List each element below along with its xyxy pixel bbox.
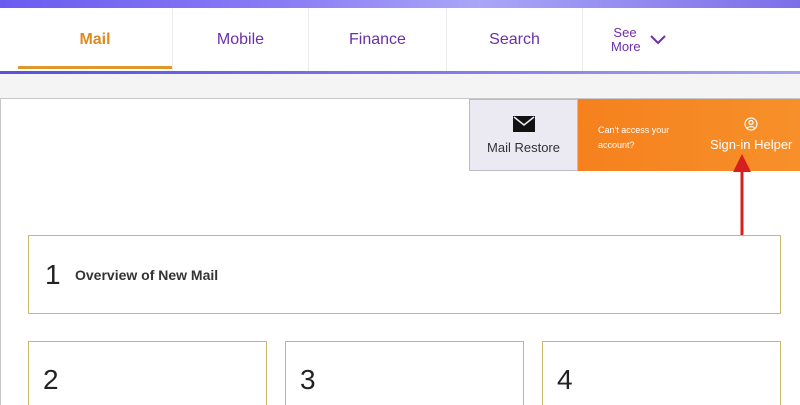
top-navigation: Mail Mobile Finance Search See More bbox=[0, 8, 800, 72]
helper-question-line2: account? bbox=[598, 140, 635, 150]
card-2[interactable]: 2 bbox=[28, 341, 267, 405]
card-4[interactable]: 4 bbox=[542, 341, 781, 405]
mail-restore-label: Mail Restore bbox=[487, 139, 560, 155]
sign-in-helper-label: Sign-in Helper bbox=[710, 137, 793, 152]
helper-question: Can't access your account? bbox=[598, 123, 698, 153]
card-number: 1 bbox=[45, 259, 61, 290]
see-more-menu[interactable]: See More bbox=[583, 8, 673, 72]
mail-restore-button[interactable]: Mail Restore bbox=[469, 99, 578, 171]
tab-mail[interactable]: Mail bbox=[18, 8, 173, 72]
tab-search[interactable]: Search bbox=[447, 8, 583, 72]
tab-mobile-label: Mobile bbox=[216, 31, 265, 48]
header-spacer-band bbox=[0, 74, 800, 98]
see-more-line2: More bbox=[611, 39, 641, 54]
chevron-down-icon bbox=[650, 35, 666, 45]
card-number: 2 bbox=[43, 364, 59, 395]
card-title: Overview of New Mail bbox=[75, 267, 219, 283]
sign-in-helper-button[interactable]: Can't access your account? Sign-in Helpe… bbox=[578, 99, 800, 171]
card-number: 4 bbox=[557, 364, 573, 395]
tab-mobile[interactable]: Mobile bbox=[173, 8, 309, 72]
top-decor-strip bbox=[0, 0, 800, 8]
card-overview-new-mail[interactable]: 1 Overview of New Mail bbox=[28, 235, 781, 314]
see-more-line1: See bbox=[613, 25, 637, 40]
tab-mail-label: Mail bbox=[79, 31, 111, 48]
tab-finance-label: Finance bbox=[349, 31, 406, 48]
tab-finance[interactable]: Finance bbox=[309, 8, 447, 72]
tab-search-label: Search bbox=[489, 31, 540, 48]
helper-question-line1: Can't access your bbox=[598, 125, 670, 135]
see-more-label: See More bbox=[611, 25, 641, 54]
envelope-icon bbox=[512, 115, 535, 132]
card-3[interactable]: 3 bbox=[285, 341, 524, 405]
user-circle-icon bbox=[744, 117, 758, 131]
card-number: 3 bbox=[300, 364, 316, 395]
